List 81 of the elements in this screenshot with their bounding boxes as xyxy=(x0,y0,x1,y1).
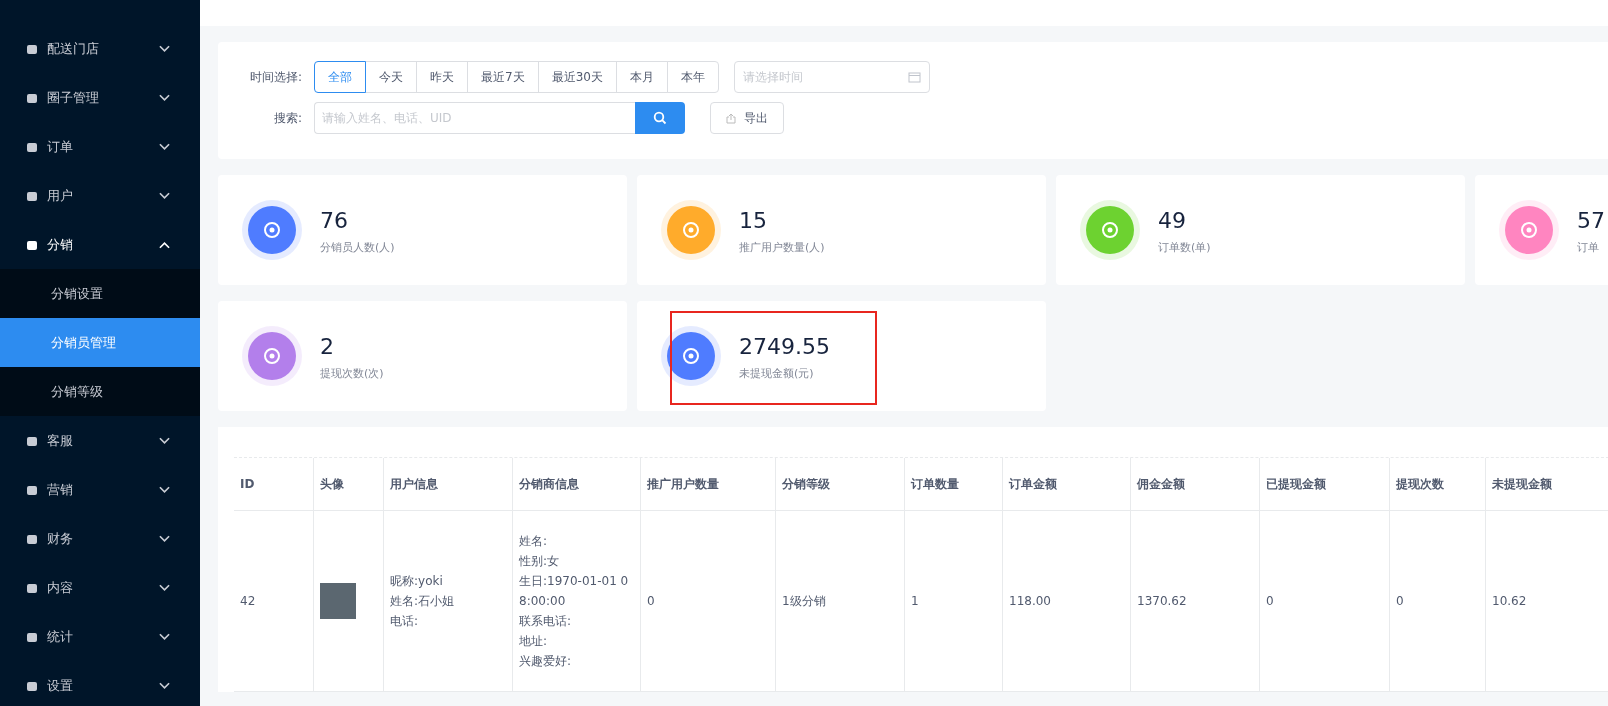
chevron-icon xyxy=(159,142,170,151)
time-range-button[interactable]: 本年 xyxy=(666,61,719,93)
sidebar-item[interactable]: 内容 xyxy=(0,563,200,612)
chevron-icon xyxy=(159,485,170,494)
chevron-icon xyxy=(159,240,170,249)
column-header: 用户信息 xyxy=(390,475,438,493)
calendar-icon xyxy=(907,71,921,83)
sidebar-item[interactable]: 分销 xyxy=(0,220,200,269)
user-info-line: 姓名:石小姐 xyxy=(390,593,455,610)
time-range-button[interactable]: 昨天 xyxy=(416,61,468,93)
dealer-info-line: 联系电话: xyxy=(519,613,572,630)
chevron-icon xyxy=(159,436,170,445)
column-header: 分销商信息 xyxy=(519,475,579,493)
table-cell: 1370.62 xyxy=(1137,594,1187,608)
user-info-line: 电话: xyxy=(390,613,419,630)
chevron-icon xyxy=(159,44,170,53)
table-cell: 0 xyxy=(1266,594,1274,608)
table-cell: 42 xyxy=(240,594,256,608)
stat-label: 提现次数(次) xyxy=(320,365,384,381)
sidebar-item[interactable]: 圈子管理 xyxy=(0,73,200,122)
filter-label: 时间选择: xyxy=(248,68,303,86)
column-header: 分销等级 xyxy=(782,475,830,493)
table-cell: 1 xyxy=(911,594,919,608)
submenu-item[interactable]: 分销等级 xyxy=(0,367,200,416)
dealer-info-line: 兴趣爱好: xyxy=(519,653,572,670)
column-header: 提现次数 xyxy=(1396,475,1444,493)
chevron-icon xyxy=(159,681,170,690)
dealer-info-line: 地址: xyxy=(519,633,548,650)
submenu-item[interactable]: 分销设置 xyxy=(0,269,200,318)
table-cell: 1级分销 xyxy=(782,592,826,610)
column-header: 佣金金额 xyxy=(1137,475,1185,493)
table-cell: 118.00 xyxy=(1009,594,1051,608)
column-header: 订单金额 xyxy=(1009,475,1057,493)
sidebar-item[interactable]: 设置 xyxy=(0,661,200,706)
export-icon xyxy=(726,112,736,124)
chevron-icon xyxy=(159,93,170,102)
dealer-info-line: 生日:1970-01-01 08:00:00 xyxy=(519,573,630,610)
sidebar-item[interactable]: 财务 xyxy=(0,514,200,563)
stat-value: 2749.55 xyxy=(739,332,830,361)
stat-value: 49 xyxy=(1158,206,1187,235)
time-range-button[interactable]: 最近30天 xyxy=(537,61,617,93)
search-icon xyxy=(653,111,667,125)
search-button[interactable] xyxy=(635,102,685,134)
stat-value: 76 xyxy=(320,206,349,235)
filter-label: 搜索: xyxy=(272,109,303,127)
sidebar-item[interactable]: 配送门店 xyxy=(0,24,200,73)
stat-label: 分销员人数(人) xyxy=(320,239,395,255)
export-button[interactable]: 导出 xyxy=(710,102,784,134)
sidebar-item[interactable]: 订单 xyxy=(0,122,200,171)
column-header: 未提现金额 xyxy=(1492,475,1552,493)
chevron-icon xyxy=(159,632,170,641)
time-range-button[interactable]: 本月 xyxy=(615,61,668,93)
user-info-line: 昵称:yoki xyxy=(390,573,443,590)
table-cell: 10.62 xyxy=(1492,594,1527,608)
stat-label: 订单数(单) xyxy=(1158,239,1211,255)
chevron-icon xyxy=(159,534,170,543)
avatar-photo-placeholder xyxy=(320,583,356,619)
column-header: 头像 xyxy=(320,475,344,493)
time-range-button[interactable]: 今天 xyxy=(365,61,417,93)
dealer-info-line: 姓名: xyxy=(519,533,548,550)
stat-label: 订单 xyxy=(1577,239,1600,255)
sidebar-item[interactable]: 营销 xyxy=(0,465,200,514)
sidebar-item[interactable]: 统计 xyxy=(0,612,200,661)
sidebar-item[interactable]: 用户 xyxy=(0,171,200,220)
chevron-icon xyxy=(159,583,170,592)
time-range-button[interactable]: 全部 xyxy=(314,61,366,93)
time-range-button[interactable]: 最近7天 xyxy=(467,61,539,93)
table-cell: 0 xyxy=(1396,594,1404,608)
stat-value: 15 xyxy=(739,206,768,235)
sidebar-item[interactable]: 客服 xyxy=(0,416,200,465)
column-header: ID xyxy=(240,477,255,491)
stat-label: 未提现金额(元) xyxy=(739,365,815,381)
column-header: 订单数量 xyxy=(911,475,959,493)
stat-value: 57 xyxy=(1577,206,1605,235)
stat-value: 2 xyxy=(320,332,335,361)
table-cell: 0 xyxy=(647,594,655,608)
column-header: 已提现金额 xyxy=(1266,475,1326,493)
stat-label: 推广用户数量(人) xyxy=(739,239,825,255)
dealer-info-line: 性别:女 xyxy=(519,553,560,570)
chevron-icon xyxy=(159,191,170,200)
column-header: 推广用户数量 xyxy=(647,475,719,493)
